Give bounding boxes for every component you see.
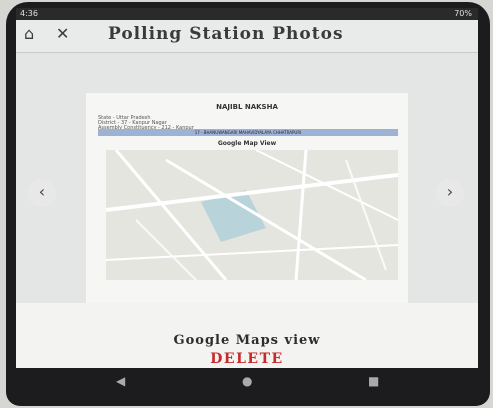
previous-photo-button[interactable]: ‹ (28, 179, 56, 207)
phone-frame: 4:36 70% ⌂ ✕ Polling Station Photos NAJI… (6, 2, 490, 406)
status-bar: 4:36 70% (16, 8, 478, 20)
system-nav-bar: ◀ ● ■ (6, 368, 490, 406)
map-graphic (106, 150, 398, 280)
status-battery: 70% (454, 9, 472, 18)
map-title: Google Map View (217, 140, 277, 147)
status-time: 4:36 (20, 9, 38, 18)
home-icon[interactable]: ⌂ (24, 24, 34, 43)
delete-button[interactable]: DELETE (16, 351, 478, 367)
document-blue-bar: 17 - BHANUWANGARI MAHAVIDYALAYA CHHATRAP… (98, 129, 398, 136)
document-photo: NAJIBL NAKSHA State - Uttar Pradesh Dist… (86, 93, 408, 323)
map-image (106, 150, 398, 280)
next-photo-button[interactable]: › (436, 179, 464, 207)
close-icon[interactable]: ✕ (56, 24, 69, 43)
back-icon[interactable]: ◀ (116, 374, 125, 388)
screen: 4:36 70% ⌂ ✕ Polling Station Photos NAJI… (16, 8, 478, 368)
app-bar: ⌂ ✕ Polling Station Photos (16, 20, 478, 53)
photo-viewer[interactable]: NAJIBL NAKSHA State - Uttar Pradesh Dist… (16, 53, 478, 323)
google-maps-view-button[interactable]: Google Maps view (16, 333, 478, 348)
home-nav-icon[interactable]: ● (242, 374, 252, 388)
page-title: Polling Station Photos (108, 24, 344, 44)
document-heading: NAJIBL NAKSHA (216, 103, 278, 111)
bottom-panel: Google Maps view DELETE (16, 303, 478, 368)
recents-icon[interactable]: ■ (368, 374, 379, 388)
